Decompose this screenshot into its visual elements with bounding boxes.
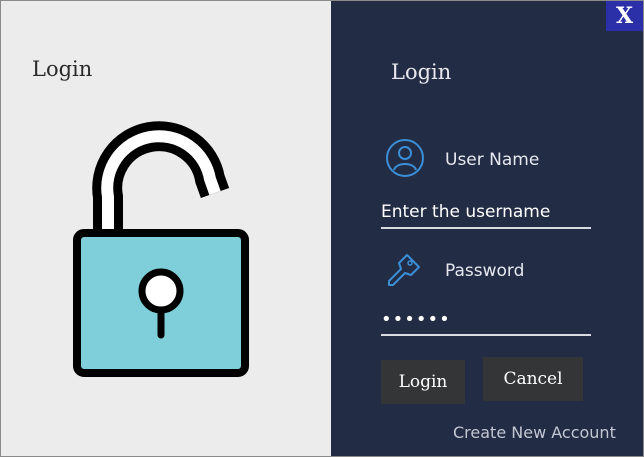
- login-button[interactable]: Login: [381, 360, 465, 404]
- username-input[interactable]: [381, 197, 591, 229]
- username-label: User Name: [445, 150, 540, 170]
- close-button[interactable]: X: [606, 1, 643, 31]
- create-account-link[interactable]: Create New Account: [453, 423, 616, 442]
- login-window: Login X Login User Name Password: [0, 0, 644, 457]
- password-label: Password: [445, 261, 525, 281]
- unlocked-padlock-icon: [73, 121, 249, 377]
- login-form-panel: X Login User Name Password Login Cancel …: [331, 1, 643, 456]
- key-icon: [388, 254, 420, 286]
- user-icon: [386, 139, 424, 177]
- password-input[interactable]: [381, 304, 591, 336]
- brand-title: Login: [32, 57, 93, 81]
- cancel-button[interactable]: Cancel: [483, 357, 583, 401]
- brand-panel: Login: [1, 1, 331, 456]
- form-title: Login: [391, 60, 452, 84]
